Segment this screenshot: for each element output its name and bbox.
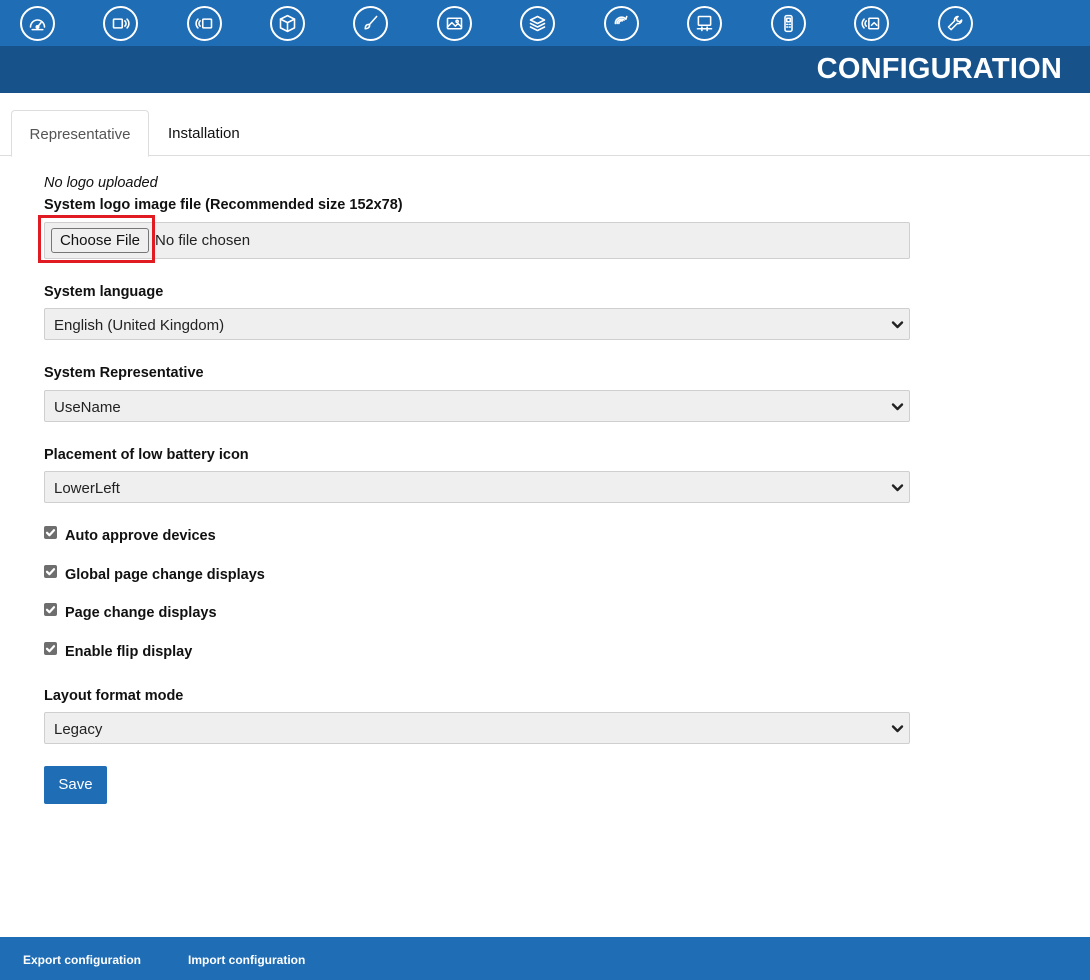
system-representative-select[interactable]: UseName: [44, 390, 910, 422]
monitor-4k-icon[interactable]: [687, 6, 722, 41]
wrench-icon[interactable]: [938, 6, 973, 41]
battery-icon-placement-value: LowerLeft: [54, 480, 120, 497]
enable-flip-checkbox[interactable]: [44, 642, 57, 655]
images-icon[interactable]: [437, 6, 472, 41]
brush-icon[interactable]: [353, 6, 388, 41]
dashboard-icon[interactable]: [20, 6, 55, 41]
layout-format-select[interactable]: Legacy: [44, 712, 910, 744]
device-signal-icon[interactable]: [103, 6, 138, 41]
chevron-down-icon: [891, 400, 904, 413]
chevron-down-icon: [891, 481, 904, 494]
chevron-down-icon: [891, 318, 904, 331]
wireless-device-icon[interactable]: [187, 6, 222, 41]
global-page-change-checkbox[interactable]: [44, 565, 57, 578]
save-button[interactable]: Save: [44, 766, 107, 804]
battery-icon-placement-select[interactable]: LowerLeft: [44, 471, 910, 503]
global-page-change-label[interactable]: Global page change displays: [65, 567, 265, 583]
page-change-checkbox[interactable]: [44, 603, 57, 616]
refresh-signal-icon[interactable]: [604, 6, 639, 41]
page-header: CONFIGURATION: [0, 46, 1090, 93]
tab-representative[interactable]: Representative: [11, 110, 149, 157]
file-name-text: No file chosen: [155, 232, 251, 249]
logo-status-text: No logo uploaded: [44, 175, 158, 191]
layers-icon[interactable]: [520, 6, 555, 41]
wireless-display-icon[interactable]: [854, 6, 889, 41]
system-language-value: English (United Kingdom): [54, 317, 225, 334]
auto-approve-label[interactable]: Auto approve devices: [65, 528, 216, 544]
choose-file-highlight: [38, 215, 155, 263]
handheld-device-icon[interactable]: [771, 6, 806, 41]
page-title: CONFIGURATION: [816, 53, 1062, 85]
auto-approve-checkbox[interactable]: [44, 526, 57, 539]
page-change-label[interactable]: Page change displays: [65, 605, 217, 621]
battery-icon-placement-label: Placement of low battery icon: [44, 447, 249, 463]
enable-flip-label[interactable]: Enable flip display: [65, 644, 192, 660]
layout-format-label: Layout format mode: [44, 688, 184, 704]
import-configuration-link[interactable]: Import configuration: [188, 953, 305, 967]
package-icon[interactable]: [270, 6, 305, 41]
logo-file-input[interactable]: Choose File No file chosen: [44, 222, 910, 259]
system-language-select[interactable]: English (United Kingdom): [44, 308, 910, 340]
system-representative-value: UseName: [54, 399, 121, 416]
system-representative-label: System Representative: [44, 365, 204, 381]
tab-bar: Representative Installation: [0, 110, 1090, 157]
top-nav-bar: [0, 0, 1090, 46]
footer-bar: Export configuration Import configuratio…: [0, 937, 1090, 980]
system-language-label: System language: [44, 284, 164, 300]
export-configuration-link[interactable]: Export configuration: [23, 953, 141, 967]
logo-file-label: System logo image file (Recommended size…: [44, 197, 403, 213]
tab-installation[interactable]: Installation: [168, 110, 240, 156]
layout-format-value: Legacy: [54, 721, 103, 738]
chevron-down-icon: [891, 722, 904, 735]
